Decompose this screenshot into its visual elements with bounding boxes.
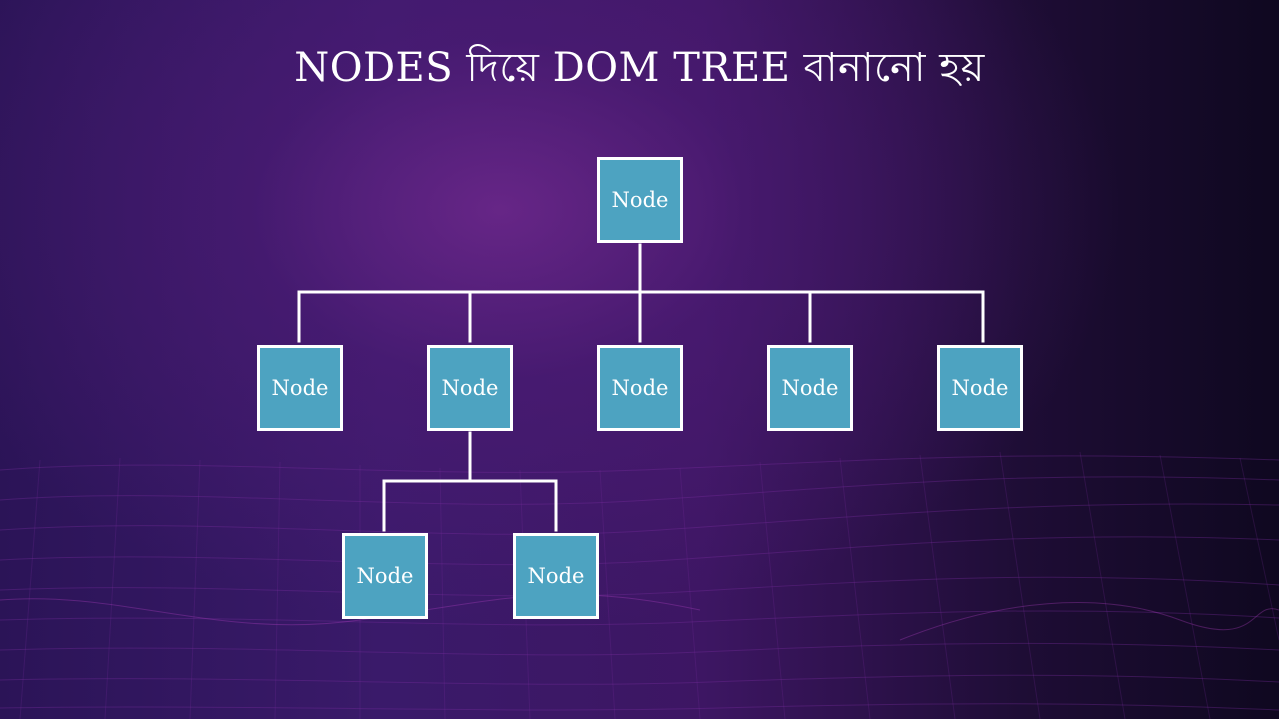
child-node-3: Node bbox=[597, 345, 683, 431]
child-node-4: Node bbox=[767, 345, 853, 431]
child-node-1: Node bbox=[257, 345, 343, 431]
child-node-2: Node bbox=[427, 345, 513, 431]
grandchild-node-1: Node bbox=[342, 533, 428, 619]
root-node: Node bbox=[597, 157, 683, 243]
grandchild-node-2: Node bbox=[513, 533, 599, 619]
child-node-5: Node bbox=[937, 345, 1023, 431]
